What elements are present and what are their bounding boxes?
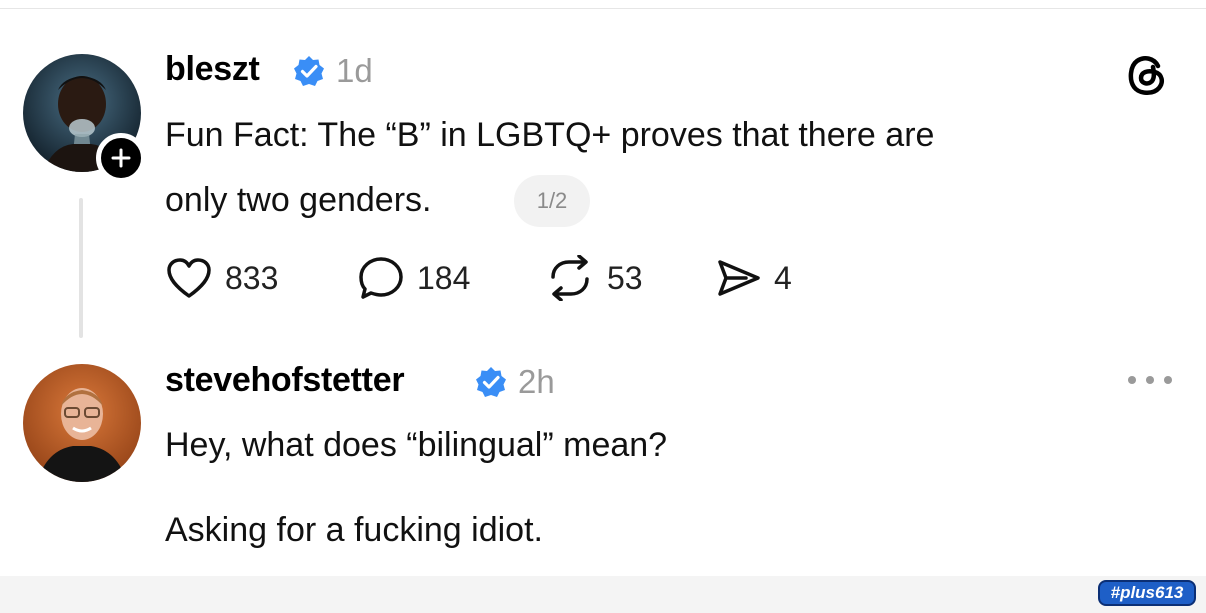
- reply-count: 184: [417, 259, 471, 296]
- post-timestamp: 1d: [336, 52, 373, 89]
- follow-button[interactable]: [96, 133, 146, 183]
- reply-button[interactable]: 184: [357, 256, 470, 300]
- threads-logo-icon[interactable]: [1122, 50, 1172, 100]
- repost-icon: [551, 255, 589, 301]
- repost-button[interactable]: 53: [545, 255, 643, 301]
- avatar-stevehofstetter[interactable]: [23, 364, 141, 482]
- thread-counter-badge: 1/2: [514, 175, 590, 227]
- heart-icon: [167, 258, 211, 298]
- reply-timestamp: 2h: [518, 363, 555, 400]
- like-button[interactable]: 833: [165, 256, 278, 300]
- post-text-line-2: only two genders.: [165, 181, 432, 219]
- share-icon: [718, 260, 760, 296]
- more-icon: [1128, 376, 1136, 384]
- verified-badge-icon: [294, 56, 324, 86]
- thread-connector-line: [79, 198, 83, 338]
- watermark: #plus613: [1098, 580, 1196, 606]
- more-options-button[interactable]: [1128, 372, 1172, 388]
- reply-text-line-2: Asking for a fucking idiot.: [165, 511, 543, 549]
- top-divider: [0, 0, 1206, 9]
- comment-icon: [359, 257, 403, 299]
- share-button[interactable]: 4: [716, 256, 792, 300]
- repost-count: 53: [607, 259, 643, 296]
- reply-username[interactable]: stevehofstetter: [165, 361, 405, 400]
- verified-badge-icon: [476, 367, 506, 397]
- plus-icon: [111, 148, 131, 168]
- post-text-line-1: Fun Fact: The “B” in LGBTQ+ proves that …: [165, 116, 935, 154]
- like-count: 833: [225, 259, 279, 296]
- share-count: 4: [774, 259, 792, 296]
- reply-text-line-1: Hey, what does “bilingual” mean?: [165, 426, 668, 464]
- post-username[interactable]: bleszt: [165, 50, 260, 89]
- bottom-bar: [0, 576, 1206, 613]
